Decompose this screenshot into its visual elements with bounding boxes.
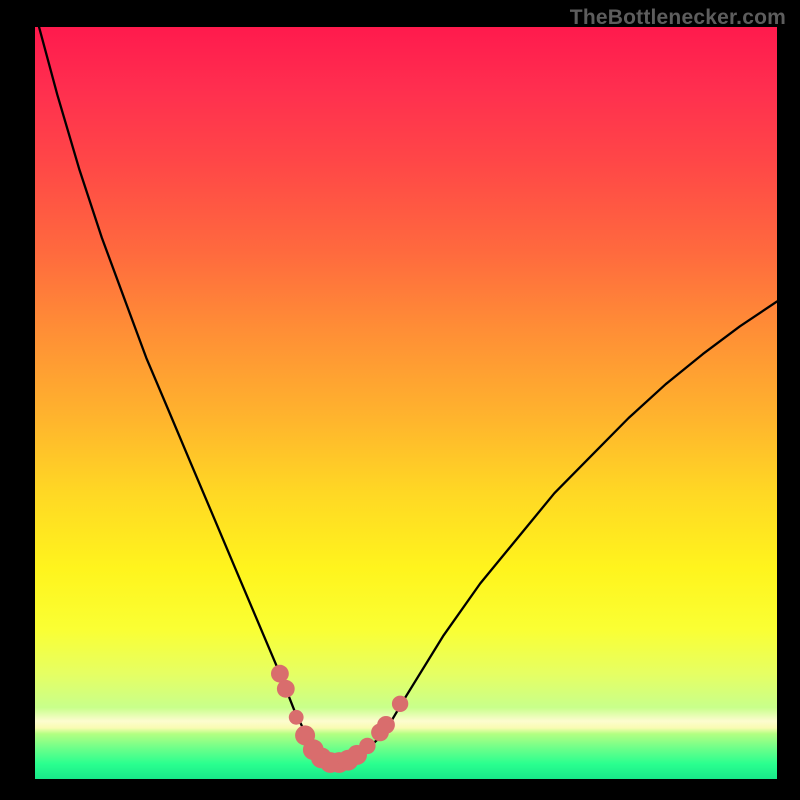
curve-marker	[377, 716, 395, 734]
curve-marker	[392, 696, 408, 712]
curve-marker	[277, 680, 295, 698]
attribution-label: TheBottlenecker.com	[570, 6, 786, 30]
bottleneck-curve	[35, 27, 777, 779]
curve-marker	[359, 738, 375, 754]
chart-frame: TheBottlenecker.com	[0, 0, 800, 800]
curve-marker	[289, 710, 304, 725]
plot-area	[35, 27, 777, 779]
